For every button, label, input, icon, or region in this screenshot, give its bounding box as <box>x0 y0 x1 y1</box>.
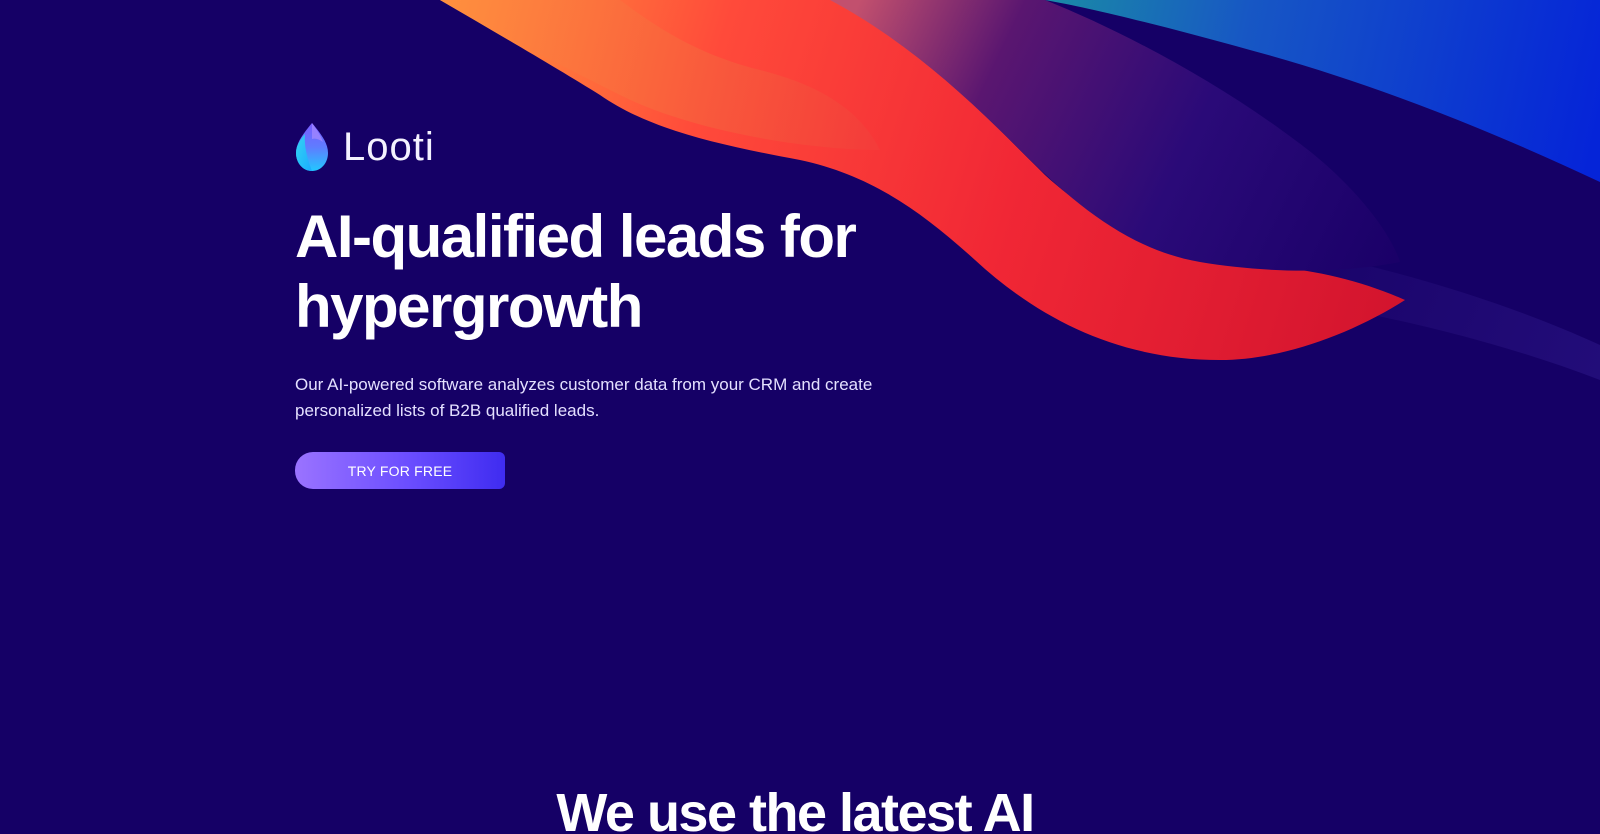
hero-title-line-2: hypergrowth <box>295 273 643 340</box>
brand[interactable]: Looti <box>295 122 995 172</box>
hero-section: Looti AI-qualified leads for hypergrowth… <box>295 122 995 489</box>
droplet-logo-icon <box>296 123 328 171</box>
hero-title-line-1: AI-qualified leads for <box>295 203 857 270</box>
hero-title: AI-qualified leads for hypergrowth <box>295 202 995 342</box>
brand-name: Looti <box>343 125 435 169</box>
section-heading: We use the latest AI <box>556 783 1035 834</box>
try-for-free-button[interactable]: TRY FOR FREE <box>295 452 505 489</box>
hero-description: Our AI-powered software analyzes custome… <box>295 375 873 420</box>
